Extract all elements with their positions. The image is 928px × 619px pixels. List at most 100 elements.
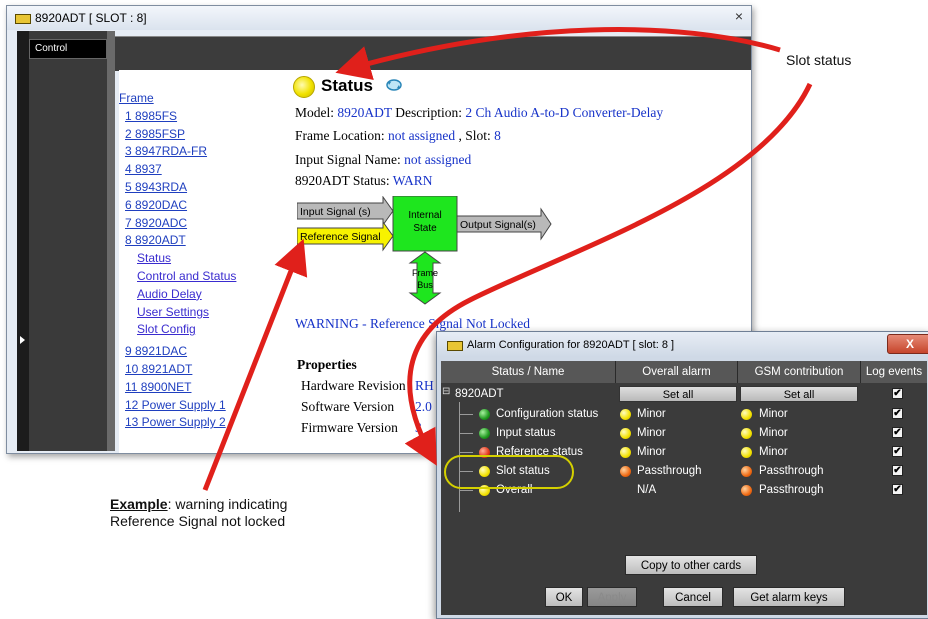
main-window-title: 8920ADT [ SLOT : 8] [35,11,147,25]
gsm-led-icon [741,428,752,439]
nav-slot-1[interactable]: 1 8985FS [119,108,299,126]
nav-slot-4[interactable]: 4 8937 [119,161,299,179]
gsm-contribution-value[interactable]: Minor [759,446,788,458]
property-value: 2.0 [415,399,432,414]
nav-sub-slot-config[interactable]: Slot Config [119,321,299,339]
properties-heading: Properties [297,357,357,372]
overall-alarm-value[interactable]: Minor [637,408,666,420]
nav-slot-9[interactable]: 9 8921DAC [119,343,299,361]
overall-led-icon [620,428,631,439]
nav-sub-user-settings[interactable]: User Settings [119,304,299,322]
property-row: Hardware Revision [301,378,406,394]
ok-button[interactable]: OK [545,587,583,607]
nav-slot-10[interactable]: 10 8921ADT [119,361,299,379]
overall-alarm-value[interactable]: Minor [637,427,666,439]
copy-to-other-cards-button[interactable]: Copy to other cards [625,555,757,575]
log-events-checkbox[interactable]: ✔ [892,446,903,457]
apply-button[interactable]: Apply [587,587,637,607]
column-header-name[interactable]: Status / Name [441,361,616,383]
frame-location-label: Frame Location: [295,128,385,143]
status-light-icon [293,76,315,98]
signal-flow-diagram: Input Signal (s) Reference Signal Intern… [297,196,552,305]
nav-slot-5[interactable]: 5 8943RDA [119,179,299,197]
card-icon [15,14,31,24]
collapse-icon[interactable]: ⊟ [442,386,450,397]
tree-branch [459,490,473,491]
frame-bus-arrow [408,251,442,305]
nav-slot-13[interactable]: 13 Power Supply 2 [119,414,299,432]
close-icon[interactable]: × [735,8,743,24]
log-events-checkbox[interactable]: ✔ [892,388,903,399]
gsm-contribution-value[interactable]: Passthrough [759,484,824,496]
property-row: Software Version [301,399,394,415]
warning-message: WARNING - Reference Signal Not Locked [295,316,531,331]
column-header-gsm[interactable]: GSM contribution [738,361,861,383]
gsm-contribution-value[interactable]: Minor [759,427,788,439]
nav-sub-control-and-status[interactable]: Control and Status [119,268,299,286]
log-events-checkbox[interactable]: ✔ [892,484,903,495]
table-row: ⊟ 8920ADT Set all Set all ✔ [441,385,927,404]
column-header-log[interactable]: Log events [861,361,927,383]
description-label: Description: [395,105,463,120]
nav-frame[interactable]: Frame [119,90,299,108]
property-value: 3 [415,420,422,435]
overall-led-icon [620,409,631,420]
overall-alarm-value: N/A [637,484,657,496]
gsm-set-all-button[interactable]: Set all [740,386,858,402]
gsm-led-icon [741,447,752,458]
main-window-titlebar: 8920ADT [ SLOT : 8] × [7,6,751,30]
frame-location-line: Frame Location: not assigned , Slot: 8 [295,128,501,144]
cancel-button[interactable]: Cancel [663,587,723,607]
gsm-contribution-value[interactable]: Minor [759,408,788,420]
collapse-bar[interactable] [17,31,29,451]
nav-slot-6[interactable]: 6 8920DAC [119,197,299,215]
overall-led-icon [620,447,631,458]
status-name: Configuration status [496,408,599,420]
log-events-checkbox[interactable]: ✔ [892,408,903,419]
nav-list: Frame 1 8985FS 2 8985FSP 3 8947RDA-FR 4 … [119,90,299,432]
tree-branch [459,452,473,453]
nav-slot-7[interactable]: 7 8920ADC [119,215,299,233]
splitter[interactable] [107,31,115,451]
nav-sub-status[interactable]: Status [119,250,299,268]
status-led-icon [479,428,490,439]
overall-set-all-button[interactable]: Set all [619,386,737,402]
nav-slot-11[interactable]: 11 8900NET [119,379,299,397]
overall-alarm-value[interactable]: Passthrough [637,465,702,477]
nav-slot-2[interactable]: 2 8985FSP [119,126,299,144]
frame-bus-label-2: Bus [417,280,433,290]
overall-alarm-value[interactable]: Minor [637,446,666,458]
input-signal-label: Input Signal (s) [300,206,371,218]
frame-location-value: not assigned [387,128,456,143]
status-title: Status [321,76,373,95]
input-signal-name-label: Input Signal Name: [295,152,401,167]
property-label: Firmware Version [301,420,398,435]
nav-slot-8[interactable]: 8 8920ADT [119,232,299,250]
model-line: Model: 8920ADT Description: 2 Ch Audio A… [295,105,663,121]
device-status-value: WARN [392,173,433,188]
status-name: Input status [496,427,556,439]
close-button[interactable]: X [887,334,928,354]
tab-control[interactable]: Control [29,39,107,59]
gsm-contribution-value[interactable]: Passthrough [759,465,824,477]
table-row: Configuration status Minor Minor ✔ [441,405,927,424]
get-alarm-keys-button[interactable]: Get alarm keys [733,587,845,607]
refresh-icon[interactable] [385,78,403,92]
status-led-icon [479,409,490,420]
gsm-led-icon [741,409,752,420]
nav-slot-12[interactable]: 12 Power Supply 1 [119,397,299,415]
device-status-label: 8920ADT Status: [295,173,390,188]
nav-sub-audio-delay[interactable]: Audio Delay [119,286,299,304]
log-events-checkbox[interactable]: ✔ [892,465,903,476]
description-value: 2 Ch Audio A-to-D Converter-Delay [465,105,664,120]
reference-signal-label: Reference Signal [300,231,381,243]
property-label: Software Version [301,399,395,414]
log-events-checkbox[interactable]: ✔ [892,427,903,438]
output-signal-label: Output Signal(s) [460,219,536,231]
dialog-titlebar: Alarm Configuration for 8920ADT [ slot: … [437,332,928,357]
expand-arrow-icon[interactable] [20,336,25,344]
column-header-overall[interactable]: Overall alarm [616,361,738,383]
dialog-title: Alarm Configuration for 8920ADT [ slot: … [467,339,675,351]
nav-slot-3[interactable]: 3 8947RDA-FR [119,143,299,161]
tree-branch [459,414,473,415]
